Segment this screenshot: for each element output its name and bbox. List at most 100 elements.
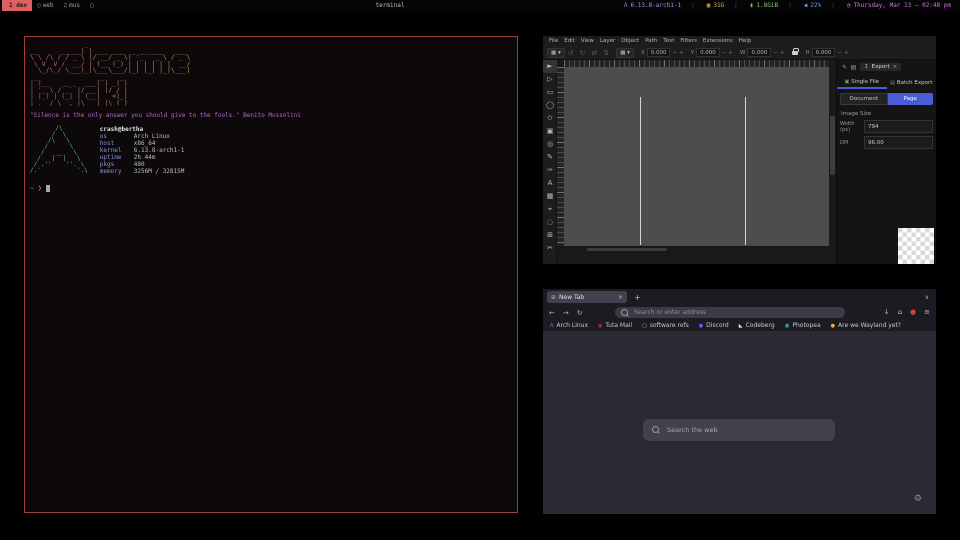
menu-item[interactable]: Text — [660, 36, 677, 46]
globe-icon: ⊕ — [551, 294, 556, 301]
web-search-input[interactable]: Search the web — [643, 419, 835, 441]
spinner-minus[interactable]: − — [773, 50, 778, 56]
tool-icon[interactable]: A — [543, 177, 557, 190]
menu-item[interactable]: Layer — [597, 36, 618, 46]
tab-close-icon[interactable]: × — [618, 294, 623, 301]
browser-tab-new-tab[interactable]: ⊕ New Tab × — [547, 291, 627, 303]
dock-tab-icon[interactable]: ✎ — [840, 64, 849, 71]
terminal-window[interactable]: _ __ _____| | ___ ___ _ __ ___ ___ \ \ /… — [24, 36, 518, 513]
menu-item[interactable]: File — [546, 36, 561, 46]
fetch-value: x86_64 — [134, 140, 156, 147]
tool-icon[interactable]: ▭ — [543, 86, 557, 99]
tool-icon[interactable]: ✑ — [543, 164, 557, 177]
bookmark-favicon: ● — [598, 323, 602, 329]
spinner-minus[interactable]: − — [722, 50, 727, 56]
status-module: ◀ 22% — [783, 2, 826, 9]
reload-button[interactable]: ↻ — [577, 309, 583, 317]
navbar-action-icon[interactable]: ● — [910, 308, 916, 316]
dpi-input[interactable]: 96.00 — [864, 136, 933, 149]
vertical-ruler — [557, 67, 564, 246]
tab-batch-export[interactable]: ▤ Batch Export — [887, 76, 937, 89]
page-button[interactable]: Page — [888, 93, 934, 105]
fetch-info: crash@bertha os Arch Linux host x86_64 k… — [100, 126, 185, 175]
width-input[interactable]: 794 — [864, 120, 933, 133]
menu-item[interactable]: Filters — [677, 36, 700, 46]
tool-icon[interactable]: ✂ — [543, 242, 557, 255]
menu-item[interactable]: Extensions — [700, 36, 736, 46]
navbar-action-icon[interactable]: ↓ — [884, 308, 890, 316]
tool-icon[interactable]: ✩ — [543, 112, 557, 125]
selection-mode-dropdown[interactable]: ▦ ▾ — [547, 48, 565, 58]
menu-item[interactable]: Edit — [561, 36, 578, 46]
bookmark-label: Tuta Mail — [605, 322, 632, 329]
scrollbar-thumb[interactable] — [830, 116, 835, 176]
workspace-item[interactable]: ▢ — [85, 0, 101, 11]
page-border-right — [745, 97, 746, 245]
close-icon[interactable]: × — [893, 64, 898, 70]
spinner-value[interactable]: 0.000 — [696, 48, 720, 57]
tool-icon[interactable]: ► — [543, 60, 557, 73]
dock-tab-icon[interactable]: ▤ — [849, 64, 858, 71]
spinner-value[interactable]: 0.000 — [747, 48, 771, 57]
spinner-plus[interactable]: + — [780, 50, 785, 56]
menu-item[interactable]: Help — [736, 36, 755, 46]
spinner-plus[interactable]: + — [844, 50, 849, 56]
spinner-minus[interactable]: − — [837, 50, 842, 56]
tool-icon[interactable]: ▦ — [543, 190, 557, 203]
inkscape-canvas[interactable] — [564, 67, 829, 246]
bookmark-item[interactable]: ▢ software refs — [642, 322, 689, 329]
canvas-vertical-scrollbar[interactable] — [829, 60, 836, 246]
document-button[interactable]: Document — [840, 93, 888, 105]
menu-item[interactable]: Path — [642, 36, 660, 46]
tool-icon[interactable]: ⌖ — [543, 203, 557, 216]
status-module: ▮ 1.8GiB — [729, 2, 783, 9]
canvas-horizontal-scrollbar[interactable] — [587, 248, 667, 251]
spinner-value[interactable]: 0.000 — [812, 48, 836, 57]
inkscape-toolbox: ►▷▭◯✩▣◎✎✑A▦⌖◌⊞✂ — [543, 60, 557, 264]
prompt-char: ❯ — [38, 184, 42, 192]
bookmark-item[interactable]: ● Are we Wayland yet? — [831, 322, 901, 329]
personalize-gear-icon[interactable]: ⚙ — [914, 494, 922, 504]
coordinate-spinner: W 0.000 − + — [740, 48, 784, 57]
bookmark-item[interactable]: Λ Arch Linux — [550, 322, 588, 329]
spinner-minus[interactable]: − — [672, 50, 677, 56]
menu-item[interactable]: Object — [618, 36, 642, 46]
tool-icon[interactable]: ⊞ — [543, 229, 557, 242]
forward-button[interactable]: → — [563, 309, 569, 317]
tool-icon[interactable]: ✎ — [543, 151, 557, 164]
navbar-action-icon[interactable]: ⌂ — [898, 308, 902, 316]
menu-item[interactable]: View — [578, 36, 597, 46]
workspace-item[interactable]: ♫ mus — [59, 0, 85, 11]
workspace-item[interactable]: ○ web — [32, 0, 58, 11]
tab-single-file[interactable]: ▣ Single File — [837, 76, 887, 89]
spinner-value[interactable]: 0.000 — [647, 48, 671, 57]
fetch-row: memory 3256M / 32815M — [100, 168, 185, 175]
bookmark-item[interactable]: ● Discord — [699, 322, 729, 329]
shell-prompt[interactable]: ~ ❯ — [30, 184, 512, 192]
tool-icon[interactable]: ▣ — [543, 125, 557, 138]
url-bar[interactable]: Search or enter address — [615, 307, 845, 318]
spinner-plus[interactable]: + — [728, 50, 733, 56]
navbar-action-icon[interactable]: ≡ — [924, 308, 930, 316]
tool-icon[interactable]: ◌ — [543, 216, 557, 229]
bookmark-item[interactable]: ◣ Codeberg — [739, 322, 775, 329]
spinner-plus[interactable]: + — [679, 50, 684, 56]
image-size-heading: Image Size — [841, 111, 932, 117]
workspace-item[interactable]: 1 dev — [2, 0, 32, 11]
prompt-path: ~ — [30, 184, 34, 192]
tool-icon[interactable]: ◯ — [543, 99, 557, 112]
bookmark-item[interactable]: ● Tuta Mail — [598, 322, 632, 329]
back-button[interactable]: ← — [549, 309, 555, 317]
status-module-text: 6.13.8-arch1-1 — [631, 2, 682, 9]
aspect-lock-icon[interactable] — [792, 51, 798, 55]
bookmark-label: Are we Wayland yet? — [838, 322, 901, 329]
export-dialog-tab[interactable]: ↥ Export × — [860, 63, 901, 71]
tool-icon[interactable]: ▷ — [543, 73, 557, 86]
bookmark-item[interactable]: ▣ Photopea — [785, 322, 821, 329]
list-tabs-chevron-icon[interactable]: ∨ — [925, 294, 929, 301]
bookmark-favicon: ● — [831, 323, 835, 329]
tool-icon[interactable]: ◎ — [543, 138, 557, 151]
status-module-icon: Λ — [624, 2, 628, 9]
new-tab-button[interactable]: + — [634, 293, 641, 302]
pattern-dropdown[interactable]: ▦ ▾ — [616, 48, 634, 58]
